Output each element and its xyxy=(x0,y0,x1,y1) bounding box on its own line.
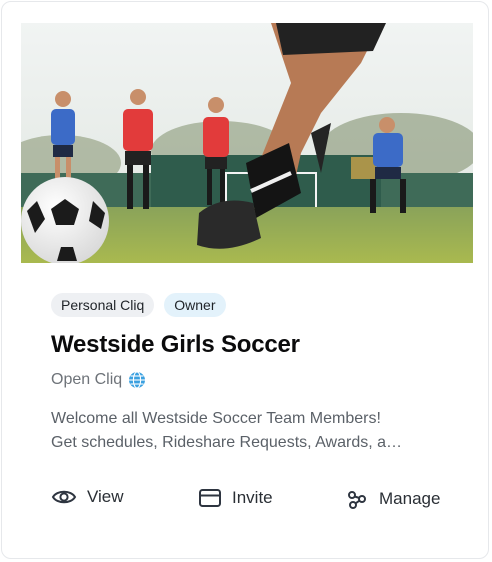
description-line: Get schedules, Rideshare Requests, Award… xyxy=(51,434,402,451)
personal-cliq-badge: Personal Cliq xyxy=(51,293,155,317)
eye-icon xyxy=(51,487,77,507)
card-actions: View Invite Manage xyxy=(51,487,451,517)
cliq-visibility: Open Cliq xyxy=(51,371,146,389)
cliq-type-label: Open Cliq xyxy=(51,371,123,388)
description-line: Welcome all Westside Soccer Team Members… xyxy=(51,410,381,427)
cliq-cover-image xyxy=(21,23,473,263)
invite-button[interactable]: Invite xyxy=(198,487,273,509)
manage-label: Manage xyxy=(379,489,441,508)
cliq-title[interactable]: Westside Girls Soccer xyxy=(51,331,300,359)
invite-label: Invite xyxy=(232,488,273,507)
cliq-badges: Personal Cliq Owner xyxy=(51,293,226,317)
view-label: View xyxy=(87,487,124,506)
card-icon xyxy=(198,487,222,509)
cliq-description: Welcome all Westside Soccer Team Members… xyxy=(51,407,443,455)
globe-icon xyxy=(128,371,146,389)
view-button[interactable]: View xyxy=(51,487,124,507)
owner-badge: Owner xyxy=(164,293,226,317)
cliq-card[interactable]: Personal Cliq Owner Westside Girls Socce… xyxy=(1,1,489,559)
manage-button[interactable]: Manage xyxy=(345,487,440,511)
manage-icon xyxy=(345,487,369,511)
